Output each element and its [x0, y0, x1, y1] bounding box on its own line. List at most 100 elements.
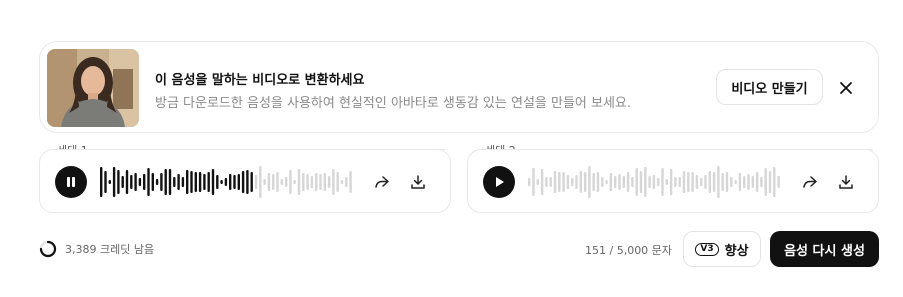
waveform-bar — [130, 175, 133, 189]
waveform-bar — [302, 173, 305, 191]
waveform-bar — [639, 171, 643, 193]
generation-1-waveform[interactable] — [100, 162, 360, 202]
share-icon — [803, 176, 817, 188]
close-icon — [840, 82, 852, 94]
waveform-bar — [532, 168, 535, 196]
avatar-thumbnail — [47, 49, 139, 127]
waveform-bar — [609, 173, 613, 191]
enhance-button[interactable]: V3 향상 — [683, 231, 761, 267]
waveform-bar — [725, 172, 729, 192]
waveform-bar — [579, 171, 582, 193]
waveform-bar — [657, 178, 660, 186]
waveform-bar — [549, 177, 552, 187]
make-video-button[interactable]: 비디오 만들기 — [716, 69, 823, 105]
waveform-bar — [177, 174, 180, 190]
waveform-bar — [665, 179, 668, 185]
download-button[interactable] — [408, 172, 428, 192]
waveform-bar — [605, 180, 608, 184]
waveform-bar — [173, 177, 176, 187]
waveform-bar — [691, 172, 694, 192]
waveform-bar — [134, 173, 137, 191]
waveform-bar — [644, 167, 647, 197]
waveform-bar — [211, 169, 215, 195]
spinner-icon — [39, 240, 57, 258]
waveform-bar — [708, 171, 711, 193]
waveform-bar — [327, 176, 331, 188]
waveform-bar — [310, 176, 314, 188]
share-icon — [375, 176, 389, 188]
waveform-bar — [764, 168, 767, 196]
waveform-bar — [661, 168, 664, 196]
waveform-bar — [280, 179, 283, 185]
pause-button[interactable] — [55, 166, 87, 198]
waveform-bar — [319, 174, 322, 190]
credits-indicator: 3,389 크레딧 남음 — [39, 240, 154, 258]
download-icon — [411, 175, 425, 189]
waveform-bar — [712, 172, 716, 192]
waveform-bar — [760, 177, 763, 187]
waveform-bar — [207, 172, 210, 192]
waveform-bar — [138, 178, 142, 186]
waveform-bar — [315, 173, 318, 191]
waveform-bar — [284, 177, 288, 187]
waveform-bar — [233, 175, 236, 189]
waveform-bar — [323, 173, 326, 191]
waveform-bar — [721, 173, 724, 191]
waveform-bar — [293, 180, 296, 184]
waveform-bar — [276, 172, 279, 192]
character-count: 151 / 5,000 문자 — [585, 244, 672, 257]
waveform-bar — [168, 169, 172, 195]
waveform-bar — [768, 171, 772, 193]
share-button[interactable] — [800, 172, 820, 192]
waveform-bar — [229, 174, 232, 190]
waveform-bar — [601, 177, 604, 187]
banner-subtitle: 방금 다운로드한 음성을 사용하여 현실적인 아바타로 생동감 있는 연설을 만… — [155, 96, 632, 111]
waveform-bar — [104, 171, 107, 193]
waveform-bar — [622, 176, 625, 188]
waveform-bar — [648, 176, 651, 188]
waveform-bar — [190, 171, 193, 193]
generation-1-player — [39, 149, 451, 213]
waveform-bar — [704, 175, 707, 189]
video-conversion-banner: 이 음성을 말하는 비디오로 변환하세요 방금 다운로드한 음성을 사용하여 현… — [39, 41, 879, 133]
version-badge: V3 — [695, 242, 719, 256]
waveform-bar — [678, 177, 681, 187]
waveform-bar — [734, 180, 737, 184]
waveform-bar — [536, 179, 539, 185]
waveform-bar — [583, 172, 587, 192]
waveform-bar — [198, 172, 202, 192]
waveform-bar — [155, 179, 159, 185]
waveform-bar — [117, 170, 120, 194]
waveform-bar — [626, 172, 630, 192]
waveform-bar — [738, 173, 742, 191]
waveform-bar — [194, 172, 197, 192]
waveform-bar — [540, 169, 544, 195]
waveform-bar — [203, 174, 206, 190]
waveform-bar — [751, 176, 754, 188]
download-icon — [839, 175, 853, 189]
waveform-bar — [687, 172, 690, 192]
waveform-bar — [528, 178, 531, 186]
waveform-bar — [562, 172, 565, 192]
waveform-bar — [340, 180, 344, 184]
waveform-bar — [345, 177, 348, 187]
waveform-bar — [272, 174, 275, 190]
waveform-bar — [241, 171, 245, 193]
play-button[interactable] — [483, 166, 515, 198]
waveform-bar — [631, 177, 634, 187]
share-button[interactable] — [372, 172, 392, 192]
close-banner-button[interactable] — [835, 77, 857, 99]
credits-remaining: 3,389 크레딧 남음 — [65, 243, 155, 256]
generation-2-waveform[interactable] — [528, 162, 788, 202]
regenerate-voice-button[interactable]: 음성 다시 생성 — [770, 231, 879, 267]
waveform-bar — [717, 166, 720, 198]
waveform-bar — [254, 175, 258, 189]
waveform-bar — [151, 173, 154, 191]
waveform-bar — [143, 174, 146, 190]
pause-icon — [67, 177, 75, 187]
waveform-bar — [575, 175, 578, 189]
waveform-bar — [743, 176, 746, 188]
download-button[interactable] — [836, 172, 856, 192]
waveform-bar — [246, 170, 249, 194]
waveform-bar — [220, 180, 223, 184]
